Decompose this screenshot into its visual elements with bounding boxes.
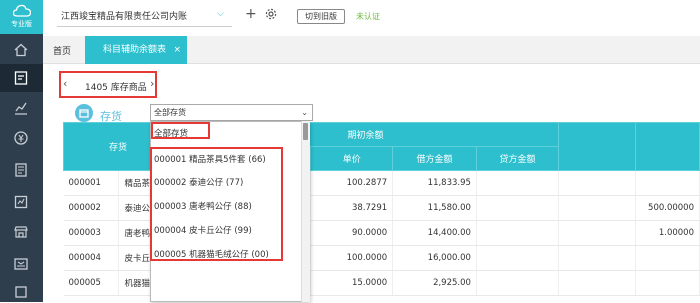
table-cell-in_qty xyxy=(635,170,700,196)
chevron-right-icon[interactable]: › xyxy=(150,77,154,90)
switch-old-version-button[interactable]: 切到旧版 xyxy=(297,9,345,24)
app-logo[interactable]: 专业版 xyxy=(0,0,43,34)
dropdown-scrollbar[interactable] xyxy=(301,121,310,302)
invoice-icon[interactable] xyxy=(13,256,29,272)
tab-bar: 首页 科目辅助余额表 × xyxy=(43,36,700,64)
table-cell-code: 000004 xyxy=(63,245,120,271)
table-cell-blank xyxy=(558,195,637,221)
table-cell-blank xyxy=(558,220,637,246)
highlight-box xyxy=(151,122,210,139)
table-cell-credit xyxy=(476,220,559,246)
table-cell-debit: 14,400.00 xyxy=(392,220,477,246)
table-cell-in_qty xyxy=(635,245,700,271)
account-label: 1405 库存商品 xyxy=(85,83,147,93)
col-header-credit: 贷方金额 xyxy=(475,146,559,171)
tab-subject-aux-balance[interactable]: 科目辅助余额表 × xyxy=(85,36,187,64)
chart-icon[interactable] xyxy=(13,100,29,116)
store-icon[interactable] xyxy=(13,224,29,240)
table-cell-price: 100.2877 xyxy=(310,170,394,196)
table-cell-blank xyxy=(558,170,637,196)
col-header-unit-price: 单价 xyxy=(310,146,394,171)
table-cell-price: 15.0000 xyxy=(310,270,394,296)
table-cell-price: 38.7291 xyxy=(310,195,394,221)
table-cell-code: 000003 xyxy=(63,220,120,246)
table-cell-blank xyxy=(558,270,637,296)
table-cell-in_qty: 500.00000 xyxy=(635,195,700,221)
company-selector[interactable]: 江西竣宝精品有限责任公司内账 xyxy=(61,9,187,22)
inventory-icon xyxy=(75,104,93,122)
col-header-blank xyxy=(557,122,637,171)
table-cell-in_qty: 1.00000 xyxy=(635,220,700,246)
money-icon[interactable] xyxy=(13,130,29,146)
table-cell-credit xyxy=(476,170,559,196)
table-cell-debit: 2,925.00 xyxy=(392,270,477,296)
sidebar: 专业版 xyxy=(0,0,43,302)
col-header-extra xyxy=(635,122,700,171)
divider xyxy=(57,26,232,27)
scrollbar-thumb[interactable] xyxy=(303,123,308,140)
tab-home[interactable]: 首页 xyxy=(53,44,71,57)
highlight-box xyxy=(150,147,283,261)
settings-icon[interactable] xyxy=(13,284,29,300)
chevron-left-icon[interactable]: ‹ xyxy=(63,77,67,90)
status-badge: 未认证 xyxy=(356,12,380,21)
table-cell-credit xyxy=(476,195,559,221)
report-icon[interactable] xyxy=(13,194,29,210)
plus-icon[interactable]: + xyxy=(245,7,257,21)
table-cell-debit: 11,833.95 xyxy=(392,170,477,196)
table-cell-code: 000001 xyxy=(63,170,120,196)
inventory-select[interactable]: 全部存货 ⌄ xyxy=(150,104,313,121)
table-cell-credit xyxy=(476,270,559,296)
table-cell-credit xyxy=(476,245,559,271)
table-cell-blank xyxy=(558,245,637,271)
table-cell-in_qty xyxy=(635,270,700,296)
cloud-icon xyxy=(12,4,31,17)
close-icon[interactable]: × xyxy=(173,36,181,64)
gear-icon[interactable] xyxy=(265,8,277,20)
chevron-down-icon[interactable]: ⌵ xyxy=(217,9,224,19)
logo-label: 专业版 xyxy=(11,20,32,28)
tab-label: 科目辅助余额表 xyxy=(103,45,167,55)
table-cell-debit: 11,580.00 xyxy=(392,195,477,221)
table-cell-price: 90.0000 xyxy=(310,220,394,246)
table-cell-code: 000002 xyxy=(63,195,120,221)
ledger-icon[interactable] xyxy=(13,162,29,178)
table-cell-code: 000005 xyxy=(63,270,120,296)
table-cell-debit: 16,000.00 xyxy=(392,245,477,271)
table-cell-price: 100.0000 xyxy=(310,245,394,271)
select-value: 全部存货 xyxy=(154,108,186,117)
top-bar: 江西竣宝精品有限责任公司内账 ⌵ + 切到旧版 未认证 xyxy=(43,0,700,36)
chevron-down-icon: ⌄ xyxy=(301,108,308,117)
col-header-debit: 借方金额 xyxy=(392,146,477,171)
home-icon[interactable] xyxy=(13,42,29,58)
voucher-icon[interactable] xyxy=(13,70,29,86)
